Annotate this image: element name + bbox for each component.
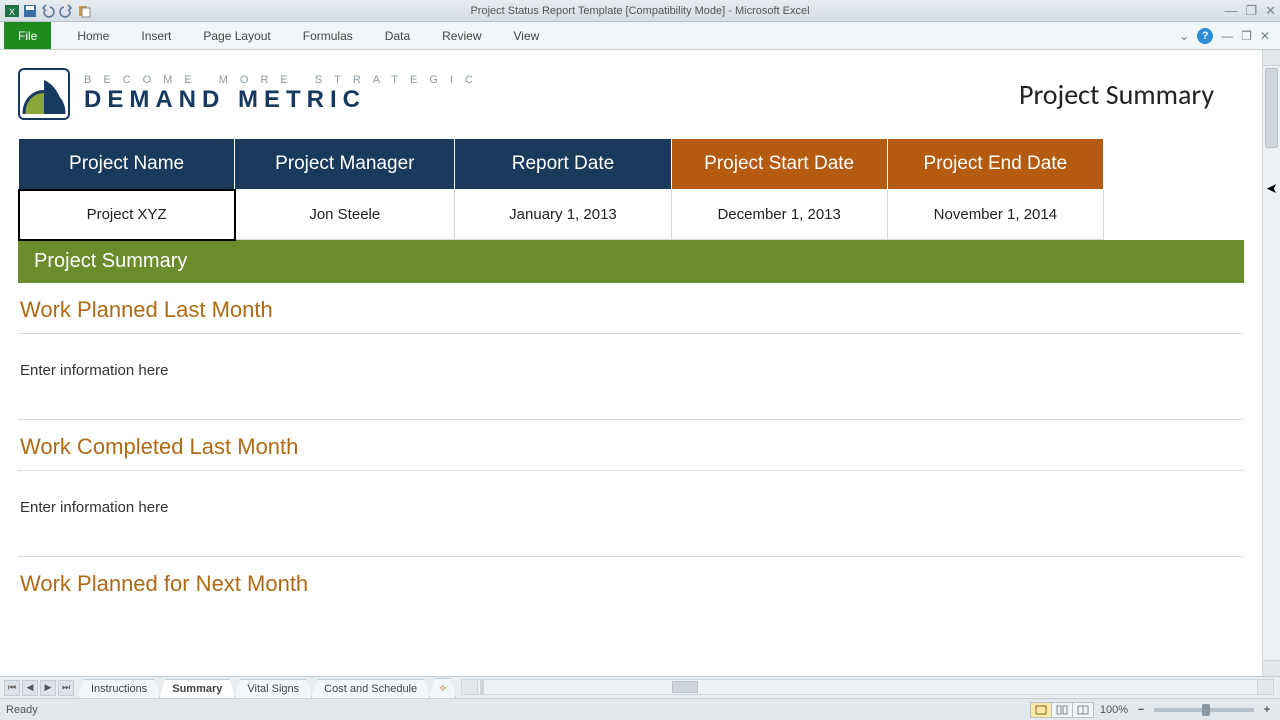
sheet-tab-cost-schedule[interactable]: Cost and Schedule bbox=[311, 679, 430, 698]
hscroll-right-icon[interactable] bbox=[1257, 680, 1273, 694]
view-buttons bbox=[1031, 702, 1094, 718]
quick-access-toolbar: X bbox=[4, 3, 92, 19]
sheet-tabs-row: ⏮ ◀ ▶ ⏭ Instructions Summary Vital Signs… bbox=[0, 676, 1280, 698]
sheet-area[interactable]: Become More Strategic DEMAND METRIC Proj… bbox=[0, 50, 1262, 676]
page-title: Project Summary bbox=[1019, 77, 1244, 112]
section-planned-next: Work Planned for Next Month bbox=[18, 557, 1244, 607]
body-planned-last[interactable]: Enter information here bbox=[18, 334, 1244, 419]
zoom-slider-thumb[interactable] bbox=[1202, 704, 1210, 716]
logo-brand: DEMAND METRIC bbox=[84, 86, 485, 114]
sheet-tab-vital-signs[interactable]: Vital Signs bbox=[234, 679, 312, 698]
sheet-tab-summary[interactable]: Summary bbox=[159, 679, 235, 698]
heading-completed-last: Work Completed Last Month bbox=[18, 420, 1244, 470]
sheet-tabs: Instructions Summary Vital Signs Cost an… bbox=[78, 677, 455, 698]
zoom-in-icon[interactable]: + bbox=[1260, 703, 1274, 717]
view-normal-icon[interactable] bbox=[1030, 702, 1052, 718]
cell-start-date[interactable]: December 1, 2013 bbox=[671, 190, 887, 240]
hscroll-split[interactable] bbox=[480, 680, 484, 694]
col-project-manager: Project Manager bbox=[235, 139, 455, 190]
view-page-layout-icon[interactable] bbox=[1051, 702, 1073, 718]
ribbon-tab-view[interactable]: View bbox=[498, 22, 556, 49]
col-end-date: Project End Date bbox=[887, 139, 1103, 190]
section-planned-last: Work Planned Last Month bbox=[18, 283, 1244, 334]
zoom-out-icon[interactable]: − bbox=[1134, 703, 1148, 717]
heading-planned-last: Work Planned Last Month bbox=[18, 283, 1244, 333]
status-ready: Ready bbox=[6, 704, 38, 716]
scroll-down-icon[interactable] bbox=[1263, 660, 1280, 676]
section-planned-last-body: Enter information here bbox=[18, 334, 1244, 420]
project-info-table: Project Name Project Manager Report Date… bbox=[18, 138, 1104, 240]
maximize-icon[interactable]: ❐ bbox=[1245, 3, 1257, 19]
cell-report-date[interactable]: January 1, 2013 bbox=[455, 190, 671, 240]
horizontal-scrollbar[interactable] bbox=[461, 679, 1274, 695]
logo-tagline: Become More Strategic bbox=[84, 74, 485, 86]
cell-project-manager[interactable]: Jon Steele bbox=[235, 190, 455, 240]
window-restore-icon[interactable]: ❐ bbox=[1241, 29, 1252, 43]
vertical-scrollbar[interactable] bbox=[1262, 50, 1280, 676]
col-start-date: Project Start Date bbox=[671, 139, 887, 190]
workspace: Become More Strategic DEMAND METRIC Proj… bbox=[0, 50, 1280, 676]
help-icon[interactable]: ? bbox=[1197, 28, 1213, 44]
body-completed-last[interactable]: Enter information here bbox=[18, 471, 1244, 556]
ribbon-tab-data[interactable]: Data bbox=[369, 22, 426, 49]
workbook-close-icon[interactable]: ✕ bbox=[1260, 29, 1270, 43]
sheet-nav-next-icon[interactable]: ▶ bbox=[40, 680, 56, 696]
section-band-summary: Project Summary bbox=[18, 240, 1244, 283]
ribbon-tab-formulas[interactable]: Formulas bbox=[287, 22, 369, 49]
sheet-nav-buttons: ⏮ ◀ ▶ ⏭ bbox=[0, 677, 78, 698]
ribbon-tab-insert[interactable]: Insert bbox=[125, 22, 187, 49]
sheet-nav-last-icon[interactable]: ⏭ bbox=[58, 680, 74, 696]
section-completed-last-body: Enter information here bbox=[18, 471, 1244, 557]
file-tab[interactable]: File bbox=[4, 22, 51, 49]
redo-icon[interactable] bbox=[58, 3, 74, 19]
section-completed-last: Work Completed Last Month bbox=[18, 420, 1244, 471]
ribbon-tab-review[interactable]: Review bbox=[426, 22, 497, 49]
ribbon-tab-home[interactable]: Home bbox=[61, 22, 125, 49]
cell-project-name[interactable]: Project XYZ bbox=[19, 190, 235, 240]
scroll-up-icon[interactable] bbox=[1263, 50, 1280, 66]
excel-icon: X bbox=[4, 3, 20, 19]
col-project-name: Project Name bbox=[19, 139, 235, 190]
zoom-label: 100% bbox=[1100, 704, 1128, 716]
save-icon[interactable] bbox=[22, 3, 38, 19]
window-minimize-icon[interactable]: — bbox=[1221, 29, 1233, 43]
undo-icon[interactable] bbox=[40, 3, 56, 19]
hscroll-thumb[interactable] bbox=[672, 681, 698, 693]
scroll-thumb[interactable] bbox=[1265, 68, 1278, 148]
svg-text:X: X bbox=[9, 7, 15, 17]
cell-end-date[interactable]: November 1, 2014 bbox=[887, 190, 1103, 240]
ribbon-tab-page-layout[interactable]: Page Layout bbox=[187, 22, 286, 49]
view-page-break-icon[interactable] bbox=[1072, 702, 1094, 718]
paste-icon[interactable] bbox=[76, 3, 92, 19]
logo-icon bbox=[18, 68, 70, 120]
heading-planned-next: Work Planned for Next Month bbox=[18, 557, 1244, 607]
col-report-date: Report Date bbox=[455, 139, 671, 190]
statusbar: Ready 100% − + bbox=[0, 698, 1280, 720]
minimize-icon[interactable]: — bbox=[1224, 3, 1237, 19]
sheet-nav-prev-icon[interactable]: ◀ bbox=[22, 680, 38, 696]
sheet-tab-new-icon[interactable]: ✧ bbox=[429, 678, 456, 698]
close-icon[interactable]: ✕ bbox=[1265, 3, 1276, 19]
window-title: Project Status Report Template [Compatib… bbox=[0, 5, 1280, 17]
zoom-slider[interactable] bbox=[1154, 708, 1254, 712]
sheet-tab-instructions[interactable]: Instructions bbox=[78, 679, 160, 698]
ribbon: File Home Insert Page Layout Formulas Da… bbox=[0, 22, 1280, 50]
hscroll-left-icon[interactable] bbox=[462, 680, 478, 694]
logo-header: Become More Strategic DEMAND METRIC Proj… bbox=[0, 60, 1262, 130]
titlebar: X Project Status Report Template [Compat… bbox=[0, 0, 1280, 22]
ribbon-minimize-icon[interactable]: ⌄ bbox=[1179, 29, 1189, 43]
sheet-nav-first-icon[interactable]: ⏮ bbox=[4, 680, 20, 696]
